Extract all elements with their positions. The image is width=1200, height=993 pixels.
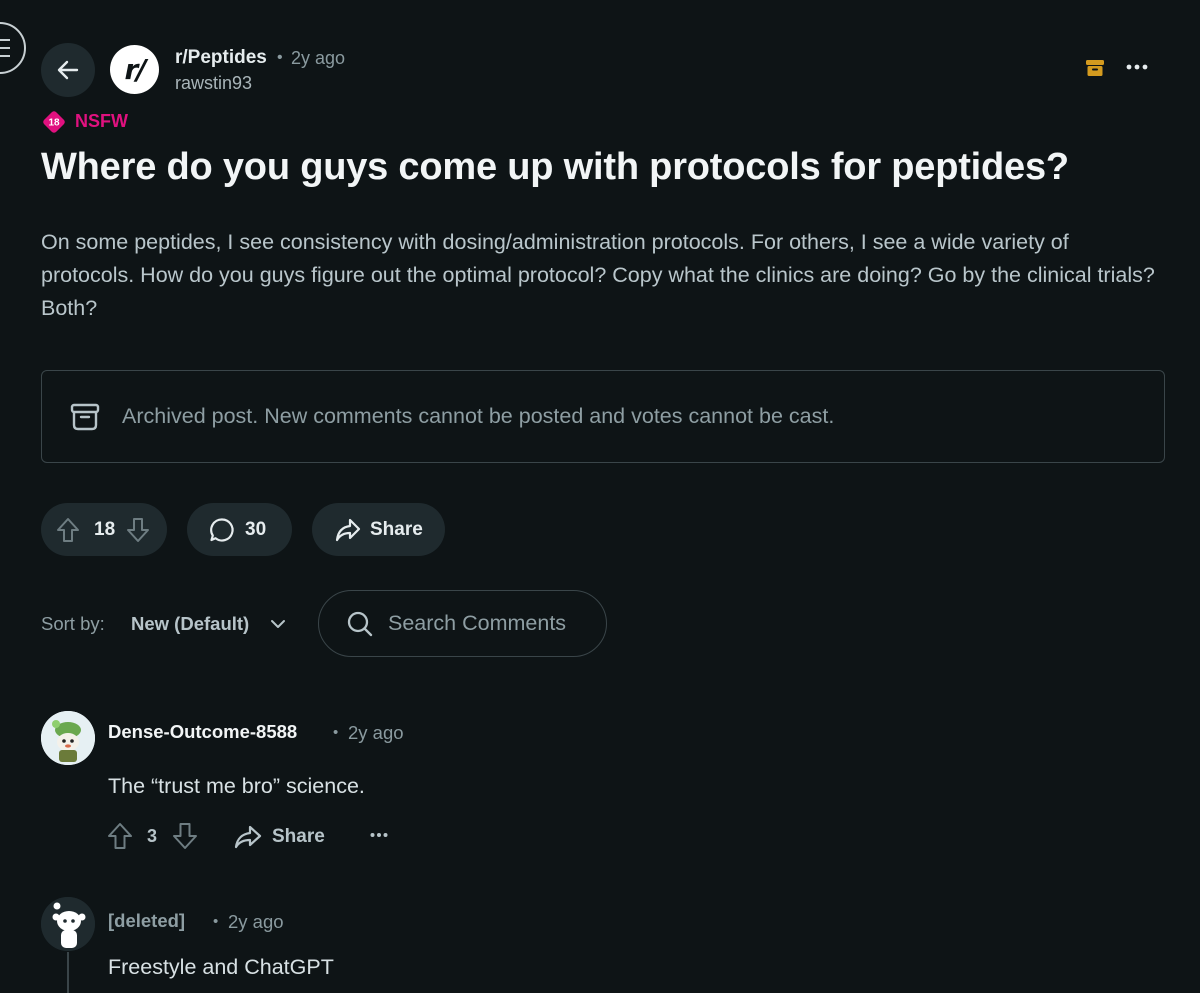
comment-count: 30 bbox=[245, 518, 267, 540]
comments-button[interactable]: 30 bbox=[187, 503, 292, 556]
avatar[interactable] bbox=[41, 711, 95, 765]
comment-score: 3 bbox=[147, 826, 158, 846]
more-icon[interactable] bbox=[1126, 63, 1148, 71]
nsfw-label: NSFW bbox=[75, 111, 128, 131]
share-icon bbox=[335, 518, 361, 542]
menu-icon bbox=[0, 38, 12, 58]
share-label: Share bbox=[370, 518, 423, 540]
subreddit-name[interactable]: r/Peptides bbox=[175, 47, 267, 69]
vote-control: 18 bbox=[41, 503, 167, 556]
comment-author[interactable]: Dense-Outcome-8588 bbox=[108, 721, 297, 743]
upvote-icon[interactable] bbox=[56, 517, 80, 543]
comment-author: [deleted] bbox=[108, 910, 186, 931]
comment-text: The “trust me bro” science. bbox=[108, 774, 365, 798]
downvote-icon[interactable] bbox=[172, 822, 198, 850]
nsfw-number: 18 bbox=[48, 118, 60, 129]
share-button[interactable]: Share bbox=[312, 503, 445, 556]
archived-notice-text: Archived post. New comments cannot be po… bbox=[122, 404, 835, 428]
comment-age: 2y ago bbox=[228, 911, 284, 932]
comment-age: 2y ago bbox=[348, 722, 404, 743]
subreddit-avatar-text: r/ bbox=[124, 53, 146, 86]
comment-separator: • bbox=[333, 724, 339, 741]
sort-label: Sort by: bbox=[41, 613, 105, 634]
sort-dropdown[interactable]: New (Default) bbox=[131, 613, 249, 635]
post-score: 18 bbox=[94, 518, 116, 540]
subreddit-avatar[interactable]: r/ bbox=[110, 45, 159, 94]
search-placeholder: Search Comments bbox=[388, 611, 567, 635]
post-age: 2y ago bbox=[291, 48, 346, 68]
back-button[interactable] bbox=[41, 43, 95, 97]
share-icon[interactable] bbox=[234, 825, 262, 849]
upvote-icon[interactable] bbox=[107, 822, 133, 850]
thread-line bbox=[67, 952, 69, 993]
post-title: Where do you guys come up with protocols… bbox=[41, 146, 1069, 188]
comment-separator: • bbox=[213, 913, 219, 930]
comment-text: Freestyle and ChatGPT bbox=[108, 955, 334, 979]
post-body: On some peptides, I see consistency with… bbox=[41, 230, 1155, 320]
archive-icon[interactable] bbox=[1085, 58, 1105, 78]
post-author[interactable]: rawstin93 bbox=[175, 73, 252, 94]
header-separator: • bbox=[277, 49, 283, 66]
search-icon bbox=[346, 610, 374, 638]
comment-icon bbox=[209, 517, 235, 543]
comment-share-button[interactable]: Share bbox=[272, 826, 325, 848]
more-icon[interactable] bbox=[370, 832, 388, 838]
archive-icon bbox=[70, 403, 100, 431]
avatar[interactable] bbox=[41, 897, 95, 951]
chevron-down-icon[interactable] bbox=[269, 615, 287, 633]
back-arrow-icon bbox=[55, 57, 81, 83]
downvote-icon[interactable] bbox=[126, 517, 150, 543]
nsfw-icon: 18 bbox=[42, 110, 66, 134]
